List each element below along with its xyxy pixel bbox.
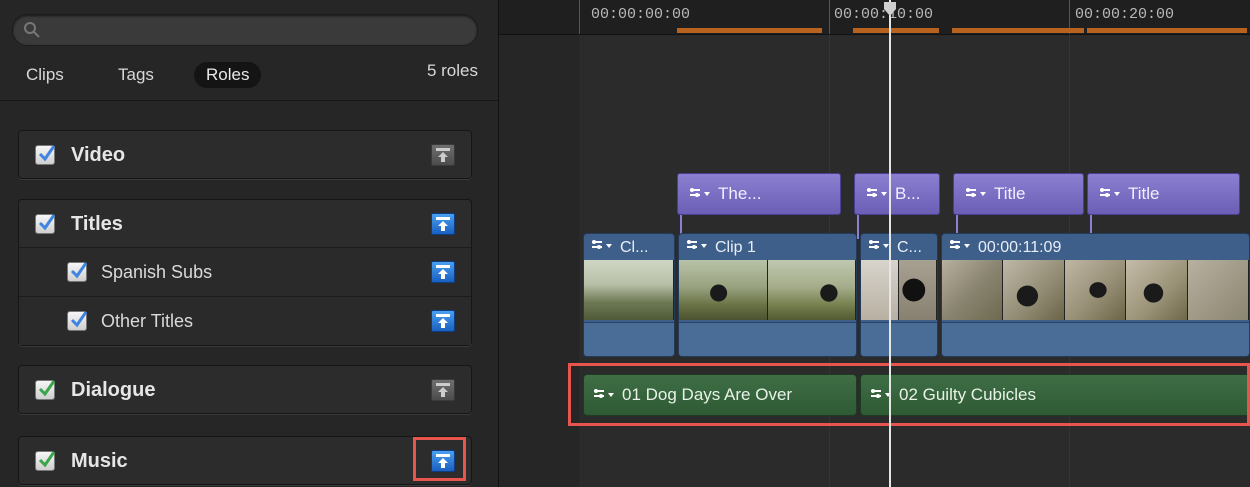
title-clip[interactable]: Title (1087, 173, 1240, 239)
role-group-dialogue: Dialogue (18, 365, 472, 414)
clip-menu-icon (964, 175, 988, 215)
title-clip-label: Title (994, 184, 1026, 203)
lane-arrow-icon (436, 383, 450, 397)
filmstrip (679, 260, 856, 320)
tab-tags[interactable]: Tags (106, 62, 166, 88)
lane-arrow-icon (436, 314, 450, 328)
titles-checkbox[interactable] (35, 214, 56, 234)
tab-roles[interactable]: Roles (194, 62, 262, 88)
checkmark-icon (38, 214, 56, 231)
subrole-label-spanish-subs: Spanish Subs (101, 262, 213, 282)
search-icon (24, 22, 40, 38)
video-clip-label: Cl... (620, 239, 649, 257)
video-clip-label: 00:00:11:09 (978, 239, 1062, 257)
title-clip[interactable]: Title (953, 173, 1084, 239)
tab-clips[interactable]: Clips (14, 62, 76, 88)
filmstrip (861, 260, 937, 320)
video-clip-label: Clip 1 (715, 239, 756, 257)
video-lane-button[interactable] (431, 144, 455, 166)
range-bar (1087, 28, 1247, 33)
video-clip[interactable]: C... (860, 233, 938, 357)
range-bar (952, 28, 1084, 33)
range-bar (677, 28, 822, 33)
other-titles-checkbox[interactable] (67, 311, 88, 331)
role-row-video[interactable]: Video (19, 131, 471, 178)
search-field[interactable] (12, 14, 478, 46)
checkmark-icon (38, 451, 56, 468)
lane-arrow-icon (436, 265, 450, 279)
subrole-row-other-titles[interactable]: Other Titles (19, 296, 471, 345)
role-group-titles: Titles Spanish Subs Other Titles (18, 199, 472, 346)
title-clip-label: Title (1128, 184, 1160, 203)
divider (0, 100, 498, 101)
video-clip[interactable]: 00:00:11:09 (941, 233, 1250, 357)
timeline-ruler[interactable]: 00:00:00:00 00:00:10:00 00:00:20:00 (499, 0, 1250, 35)
ruler-mark (829, 0, 830, 34)
video-clip[interactable]: Clip 1 (678, 233, 857, 357)
ruler-timecode: 00:00:20:00 (1075, 6, 1175, 23)
lane-arrow-icon (436, 217, 450, 231)
spanish-subs-lane-button[interactable] (431, 261, 455, 283)
clip-menu-icon (590, 236, 614, 260)
audio-waveform (679, 322, 856, 356)
filmstrip (942, 260, 1249, 320)
audio-waveform (861, 322, 937, 356)
role-group-video: Video (18, 130, 472, 179)
clip-connector (857, 215, 859, 239)
clip-menu-icon (865, 175, 889, 215)
clip-menu-icon (1098, 175, 1122, 215)
audio-waveform (942, 322, 1249, 356)
role-label-music: Music (71, 450, 128, 472)
role-browser: Clips Tags Roles 5 roles Video Titles Sp… (0, 0, 499, 487)
role-group-music: Music (18, 436, 472, 485)
subrole-label-other-titles: Other Titles (101, 311, 194, 331)
clip-menu-icon (867, 236, 891, 260)
lane-arrow-icon (436, 148, 450, 162)
dialogue-lane-button[interactable] (431, 379, 455, 401)
titles-lane-button[interactable] (431, 213, 455, 235)
title-clip[interactable]: The... (677, 173, 841, 239)
ruler-mark (579, 0, 580, 34)
role-count: 5 roles (426, 61, 478, 80)
title-clip-label: B... (895, 184, 921, 203)
music-lane-highlight (568, 363, 1250, 426)
music-button-highlight (413, 437, 466, 481)
checkmark-icon (70, 262, 88, 279)
checkmark-icon (38, 145, 56, 162)
filmstrip (584, 260, 674, 320)
role-row-dialogue[interactable]: Dialogue (19, 366, 471, 413)
video-clip[interactable]: Cl... (583, 233, 675, 357)
spanish-subs-checkbox[interactable] (67, 262, 88, 282)
title-clip[interactable]: B... (854, 173, 940, 239)
title-clip-label: The... (718, 184, 762, 203)
role-row-music[interactable]: Music (19, 437, 471, 484)
music-checkbox[interactable] (35, 451, 56, 471)
other-titles-lane-button[interactable] (431, 310, 455, 332)
role-label-dialogue: Dialogue (71, 379, 156, 401)
video-clip-label: C... (897, 239, 922, 257)
ruler-timecode: 00:00:00:00 (591, 6, 691, 23)
clip-menu-icon (948, 236, 972, 260)
ruler-timecode: 00:00:10:00 (834, 6, 934, 23)
role-row-titles[interactable]: Titles (19, 200, 471, 247)
role-label-titles: Titles (71, 213, 123, 235)
checkmark-icon (38, 380, 56, 397)
subrole-row-spanish-subs[interactable]: Spanish Subs (19, 247, 471, 296)
range-bar (853, 28, 939, 33)
audio-waveform (584, 322, 674, 356)
checkmark-icon (70, 311, 88, 328)
video-checkbox[interactable] (35, 145, 56, 165)
playhead[interactable] (889, 0, 891, 487)
role-label-video: Video (71, 144, 126, 166)
dialogue-checkbox[interactable] (35, 380, 56, 400)
clip-menu-icon (685, 236, 709, 260)
clip-menu-icon (688, 175, 712, 215)
